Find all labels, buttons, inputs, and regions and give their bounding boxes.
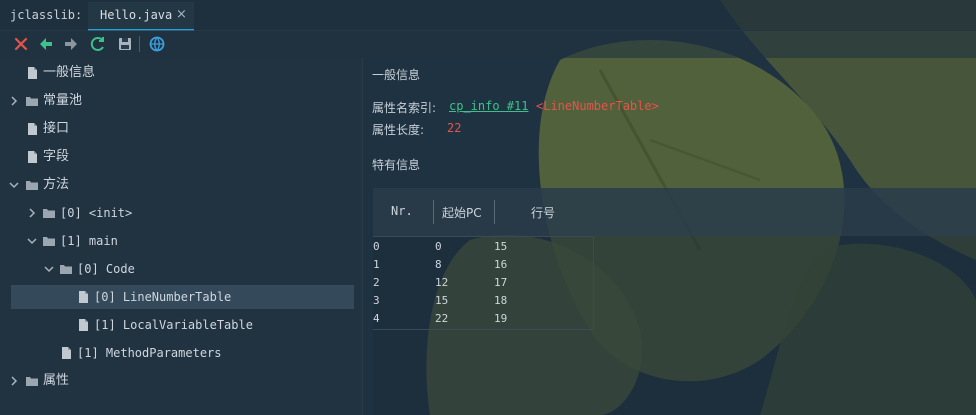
file-icon [28, 123, 37, 135]
tree-item-fields[interactable]: 字段 [0, 145, 362, 169]
tree-item-method-main[interactable]: [1] main [0, 229, 362, 253]
attr-length-value: 22 [447, 121, 462, 135]
folder-icon [60, 265, 72, 274]
general-info-title: 一般信息 [372, 68, 421, 82]
tree-item-label: 属性 [43, 373, 70, 388]
cell-line-number: 15 [494, 240, 508, 253]
tab-title: Hello.java [100, 8, 173, 22]
tree-item-constant-pool[interactable]: 常量池 [0, 89, 362, 113]
tree-item-method-parameters[interactable]: [1] MethodParameters [0, 341, 362, 365]
table-body: 0 0 15 1 8 16 2 12 17 3 15 18 4 22 19 [373, 236, 594, 330]
attr-name-index-link[interactable]: cp_info #11 [449, 99, 528, 113]
file-icon [28, 151, 37, 163]
tree-item-label: [1] LocalVariableTable [94, 318, 253, 332]
tree-item-label: 接口 [43, 121, 70, 136]
close-icon[interactable] [12, 35, 30, 53]
cell-line-number: 19 [494, 312, 508, 325]
tab-bar: jclasslib: Hello.java × [0, 0, 976, 31]
column-header-start-pc[interactable]: 起始PC [442, 204, 482, 221]
cell-nr: 2 [373, 276, 380, 289]
tree-item-label: 字段 [43, 149, 70, 164]
cell-start-pc: 22 [435, 312, 449, 325]
tree-item-label: [1] MethodParameters [77, 346, 222, 360]
cell-line-number: 18 [494, 294, 508, 307]
table-header: Nr. 起始PC 行号 [373, 188, 976, 236]
cell-nr: 0 [373, 240, 380, 253]
column-header-line-number[interactable]: 行号 [531, 204, 555, 221]
tab-close-icon[interactable]: × [176, 7, 187, 22]
cell-nr: 4 [373, 312, 380, 325]
file-icon [28, 67, 37, 79]
cell-nr: 3 [373, 294, 380, 307]
cell-nr: 1 [373, 258, 380, 271]
chevron-down-icon[interactable] [8, 173, 20, 197]
back-icon[interactable] [37, 35, 55, 53]
tree-item-general-info[interactable]: 一般信息 [0, 61, 362, 85]
cell-line-number: 16 [494, 258, 508, 271]
folder-icon [43, 237, 55, 246]
folder-icon [26, 377, 38, 386]
tree-item-label: [0] Code [77, 262, 135, 276]
cell-line-number: 17 [494, 276, 508, 289]
chevron-right-icon[interactable] [8, 369, 20, 393]
tree-item-interfaces[interactable]: 接口 [0, 117, 362, 141]
tree-panel: 一般信息 常量池 接口 字段 方法 [0] <init> [1] main [0… [0, 58, 363, 415]
toolbar [0, 30, 976, 58]
chevron-right-icon[interactable] [8, 89, 20, 113]
tree-item-methods[interactable]: 方法 [0, 173, 362, 197]
specific-info-title: 特有信息 [372, 158, 421, 172]
column-divider[interactable] [433, 200, 434, 224]
cell-start-pc: 8 [435, 258, 442, 271]
tree-item-method-init[interactable]: [0] <init> [0, 201, 362, 225]
file-icon [79, 291, 88, 303]
column-divider[interactable] [494, 200, 495, 224]
folder-icon [26, 181, 38, 190]
tree-item-code[interactable]: [0] Code [0, 257, 362, 281]
folder-icon [26, 97, 38, 106]
tree-item-local-variable-table[interactable]: [1] LocalVariableTable [0, 313, 362, 337]
cell-start-pc: 12 [435, 276, 449, 289]
file-icon [62, 347, 71, 359]
tool-label: jclasslib: [10, 8, 83, 22]
chevron-down-icon[interactable] [26, 229, 38, 253]
web-icon[interactable] [148, 35, 166, 53]
refresh-icon[interactable] [89, 35, 107, 53]
tree-item-line-number-table[interactable]: [0] LineNumberTable [11, 285, 354, 309]
tree-item-label: 方法 [43, 177, 70, 192]
line-number-table: Nr. 起始PC 行号 0 0 15 1 8 16 2 12 17 3 15 1… [373, 188, 976, 415]
save-icon[interactable] [116, 35, 134, 53]
tree-item-label: 常量池 [43, 93, 83, 108]
cell-start-pc: 0 [435, 240, 442, 253]
folder-icon [43, 209, 55, 218]
toolbar-separator [139, 36, 140, 52]
tree-item-label: [0] LineNumberTable [94, 290, 232, 304]
attr-length-label: 属性长度: [372, 123, 425, 137]
column-header-nr[interactable]: Nr. [391, 204, 413, 218]
tab-hello-java[interactable]: Hello.java × [88, 2, 194, 31]
tree-item-attributes[interactable]: 属性 [0, 369, 362, 393]
chevron-right-icon[interactable] [26, 201, 38, 225]
attr-name-index-label: 属性名索引: [372, 101, 437, 115]
attr-name-index-value: <LineNumberTable> [536, 99, 659, 113]
tree-item-label: 一般信息 [43, 65, 96, 80]
forward-icon[interactable] [62, 35, 80, 53]
cell-start-pc: 15 [435, 294, 449, 307]
tree-item-label: [1] main [60, 234, 118, 248]
tree-item-label: [0] <init> [60, 206, 133, 220]
chevron-down-icon[interactable] [43, 257, 55, 281]
file-icon [79, 319, 88, 331]
detail-panel: 一般信息 属性名索引: cp_info #11 <LineNumberTable… [362, 58, 976, 415]
